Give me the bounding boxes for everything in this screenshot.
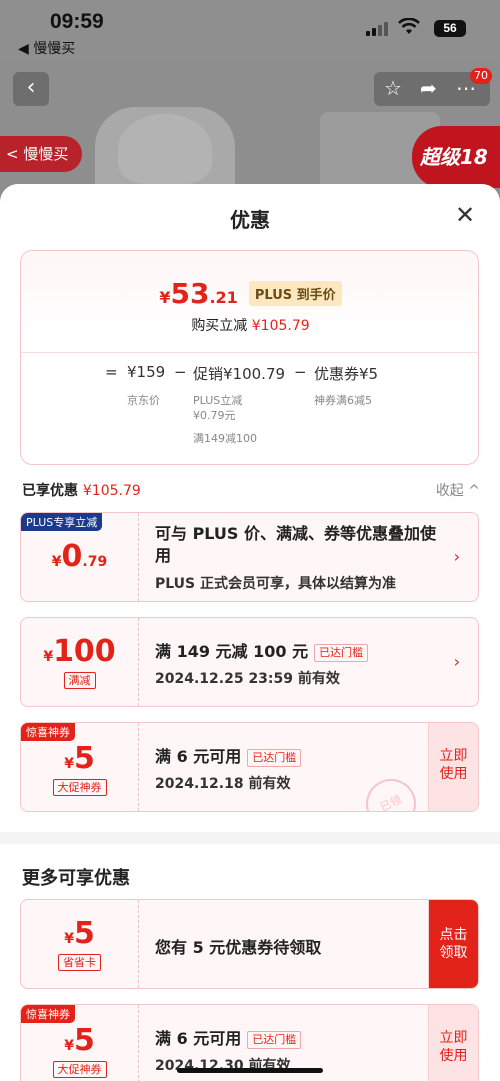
- threshold-status-tag: 已达门槛: [247, 748, 302, 767]
- back-button[interactable]: ‹: [13, 72, 49, 106]
- wifi-icon: [398, 18, 420, 34]
- chevron-right-icon: ›: [453, 652, 460, 671]
- claim-button[interactable]: 点击领取: [428, 900, 478, 988]
- coupon-card-plus[interactable]: ¥0.79 PLUS专享立减 可与 PLUS 价、满减、券等优惠叠加使用 PLU…: [20, 512, 479, 602]
- coupon-validity: 2024.12.18 前有效: [155, 776, 291, 792]
- hoodie-hood-image: [118, 114, 212, 184]
- coupon-amount: ¥100: [43, 634, 116, 669]
- coupon-amount: ¥5: [64, 741, 95, 776]
- enjoyed-discount-header: 已享优惠 ¥105.79: [22, 483, 141, 499]
- final-price: ¥53.21: [159, 277, 238, 310]
- coupon-amount: 优惠券¥5: [314, 365, 379, 383]
- final-price-line: ¥53.21 PLUS 到手价: [21, 277, 480, 310]
- notification-badge: 70: [470, 68, 492, 84]
- back-to-app-link[interactable]: ◀ 慢慢买: [18, 38, 75, 58]
- sheet-title: 优惠: [230, 208, 270, 232]
- coupon-card-saver[interactable]: ¥5 省省卡 您有 5 元优惠券待领取 点击领取: [20, 899, 479, 989]
- home-indicator[interactable]: [177, 1068, 323, 1073]
- threshold-status-tag: 已达门槛: [247, 1030, 302, 1049]
- cellular-signal-icon: [366, 22, 388, 36]
- divider: [21, 352, 478, 353]
- threshold-status-tag: 已达门槛: [314, 643, 369, 662]
- coupon-amount: ¥5: [64, 1023, 95, 1058]
- coupon-title: 您有 5 元优惠券待领取: [155, 938, 322, 957]
- corner-tag: 惊喜神券: [21, 723, 75, 741]
- formula-minus: −: [294, 363, 307, 381]
- coupon-type-badge: 省省卡: [58, 954, 101, 971]
- price-summary-box: ¥53.21 PLUS 到手价 购买立减 ¥105.79 = ¥159 京东价 …: [20, 250, 479, 465]
- coupon-type-badge: 大促神券: [52, 1061, 107, 1078]
- promo-sub-plus-value: ¥0.79元: [193, 409, 236, 422]
- coupon-card-surprise[interactable]: ¥5 大促神券 惊喜神券 满 6 元可用 已达门槛 2024.12.18 前有效 …: [20, 722, 479, 812]
- coupon-amount-panel: ¥5 省省卡: [21, 900, 139, 988]
- close-icon[interactable]: ✕: [452, 202, 478, 228]
- claimed-stamp: 已领: [357, 770, 425, 811]
- collapse-toggle[interactable]: 收起 ^: [436, 480, 480, 500]
- coupon-title: 可与 PLUS 价、满减、券等优惠叠加使用: [155, 524, 437, 565]
- coupon-title: 满 6 元可用 已达门槛: [155, 1025, 302, 1049]
- buy-discount-line: 购买立减 ¥105.79: [191, 318, 310, 334]
- coupon-amount: ¥5: [64, 916, 95, 951]
- coupon-card-full-reduction[interactable]: ¥100 满减 满 149 元减 100 元已达门槛 2024.12.25 23…: [20, 617, 479, 707]
- promo-sub-full-reduction: 满149减100: [193, 432, 257, 445]
- corner-tag: 惊喜神券: [21, 1005, 75, 1023]
- coupon-type-badge: 大促神券: [52, 779, 107, 796]
- promo-amount: 促销¥100.79: [193, 365, 286, 383]
- status-time: 09:59: [50, 10, 104, 33]
- status-bar: 09:59 ◀ 慢慢买 56: [0, 0, 500, 62]
- coupon-subtitle: PLUS 正式会员可享，具体以结算为准: [155, 576, 397, 592]
- plus-price-tag: PLUS 到手价: [248, 281, 342, 306]
- star-icon[interactable]: ☆: [384, 76, 402, 100]
- manmanmai-tag[interactable]: < 慢慢买: [0, 136, 82, 172]
- coupon-amount: ¥0.79: [51, 539, 108, 574]
- use-now-button[interactable]: 立即使用: [428, 723, 478, 811]
- coupon-title: 满 149 元减 100 元已达门槛: [155, 638, 369, 662]
- coupon-type-badge: 满减: [63, 672, 96, 689]
- discount-sheet: 优惠 ✕ ¥53.21 PLUS 到手价 购买立减 ¥105.79 = ¥159…: [0, 184, 500, 1081]
- formula-equals: =: [105, 363, 118, 381]
- corner-tag: PLUS专享立减: [21, 513, 103, 531]
- section-gap: [0, 832, 500, 844]
- jd-price: ¥159: [127, 363, 166, 381]
- coupon-sub: 神券满6减5: [314, 394, 372, 407]
- coupon-title: 满 6 元可用 已达门槛: [155, 743, 302, 767]
- coupon-amount-panel: ¥100 满减: [21, 618, 139, 706]
- formula-minus: −: [174, 363, 187, 381]
- use-now-button[interactable]: 立即使用: [428, 1005, 478, 1081]
- share-icon[interactable]: ➦: [420, 76, 437, 100]
- jd-price-label: 京东价: [127, 394, 160, 407]
- coupon-validity: 2024.12.25 23:59 前有效: [155, 671, 340, 687]
- more-discounts-title: 更多可享优惠: [22, 868, 130, 889]
- chevron-right-icon: ›: [453, 547, 460, 566]
- promo-sub-plus: PLUS立减: [193, 394, 243, 407]
- battery-icon: 56: [434, 20, 466, 37]
- super18-banner[interactable]: 超级18: [412, 126, 500, 188]
